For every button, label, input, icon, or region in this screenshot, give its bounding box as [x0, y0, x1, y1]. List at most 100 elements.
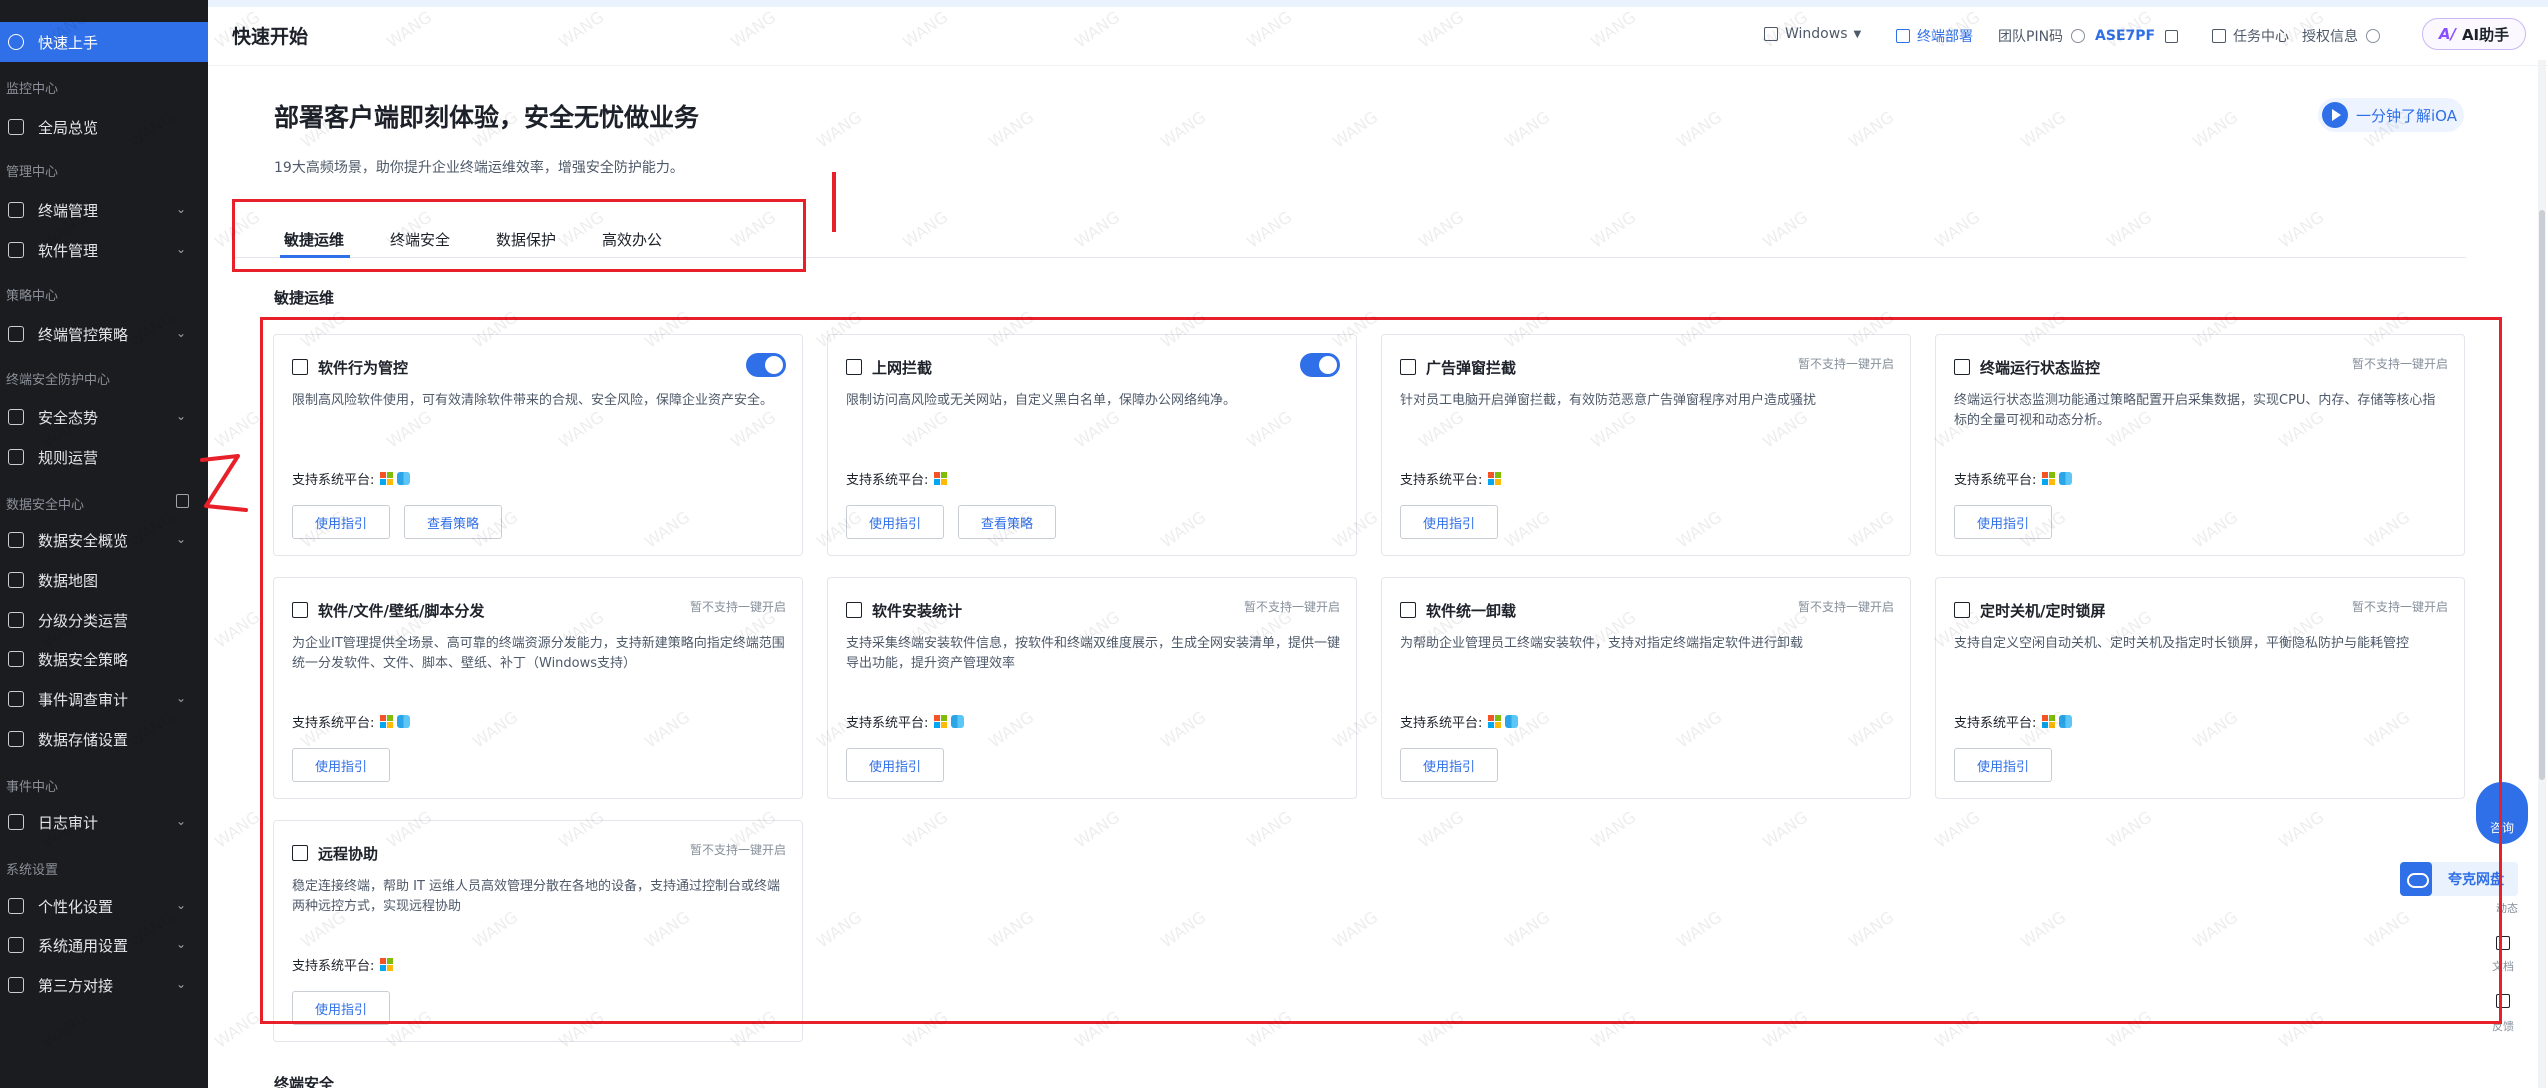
- database-icon: [8, 731, 24, 747]
- sidebar-group-manage: 管理中心: [6, 165, 59, 180]
- sidebar-item-data-storage[interactable]: 数据存储设置: [0, 719, 208, 759]
- watermark-text: WANG: [1329, 107, 1382, 152]
- ai-logo-icon: A/: [2438, 25, 2456, 43]
- chevron-down-icon: ⌄: [175, 937, 186, 951]
- link-icon: [8, 977, 24, 993]
- watermark-text: WANG: [2103, 207, 2156, 252]
- terminal-icon: [8, 202, 24, 218]
- sidebar-group-protection: 终端安全防护中心: [6, 373, 111, 388]
- os-select[interactable]: Windows ▼: [1764, 26, 1861, 42]
- watermark-text: WANG: [1845, 107, 1898, 152]
- hero-title: 部署客户端即刻体验，安全无忧做业务: [274, 103, 700, 132]
- shield-icon: [8, 409, 24, 425]
- sidebar-item-security-posture[interactable]: 安全态势 ⌄: [0, 397, 208, 437]
- sidebar-item-rule-ops[interactable]: 规则运营: [0, 437, 208, 477]
- chevron-down-icon: ⌄: [175, 242, 186, 256]
- task-center-label: 任务中心: [2233, 29, 2289, 45]
- sidebar-item-terminal-manage[interactable]: 终端管理 ⌄: [0, 190, 208, 230]
- sidebar-item-log-audit[interactable]: 日志审计 ⌄: [0, 802, 208, 842]
- palette-icon: [8, 898, 24, 914]
- sidebar-item-label: 软件管理: [38, 241, 99, 260]
- chevron-down-icon: ⌄: [175, 691, 186, 705]
- license-info[interactable]: 授权信息: [2302, 26, 2380, 46]
- sidebar-item-incident-audit[interactable]: 事件调查审计 ⌄: [0, 679, 208, 719]
- sidebar-item-data-map[interactable]: 数据地图: [0, 560, 208, 600]
- search-icon: [8, 691, 24, 707]
- team-pin-value: ASE7PF: [2095, 28, 2156, 44]
- sidebar-group-policy: 策略中心: [6, 289, 59, 304]
- chevron-down-icon: ⌄: [175, 814, 186, 828]
- watermark-text: WANG: [1071, 207, 1124, 252]
- watermark-text: WANG: [1243, 207, 1296, 252]
- watermark-text: WANG: [1673, 107, 1726, 152]
- terminal-deploy-label: 终端部署: [1917, 29, 1973, 45]
- sidebar-item-data-policy[interactable]: 数据安全策略: [0, 639, 208, 679]
- learn-ioa-label: 一分钟了解iOA: [2356, 106, 2457, 125]
- sidebar-item-label: 数据安全策略: [38, 650, 129, 669]
- watermark-text: WANG: [813, 107, 866, 152]
- learn-ioa-button[interactable]: 一分钟了解iOA: [2318, 98, 2464, 132]
- sidebar-item-label: 快速上手: [38, 33, 99, 52]
- sidebar-group-events: 事件中心: [6, 780, 59, 795]
- chevron-down-icon: ⌄: [175, 202, 186, 216]
- section-title: 敏捷运维: [274, 289, 335, 307]
- scrollbar-thumb[interactable]: [2539, 210, 2545, 780]
- document-icon: [8, 651, 24, 667]
- watermark-text: WANG: [1157, 107, 1210, 152]
- caret-down-icon: ▼: [1853, 28, 1862, 40]
- sidebar-group-data-security: 数据安全中心: [6, 498, 85, 513]
- ai-assistant-button[interactable]: A/AI助手: [2422, 18, 2526, 50]
- annotation-mark-1: [832, 172, 836, 232]
- watermark-text: WANG: [211, 1007, 264, 1052]
- settings-icon: [8, 937, 24, 953]
- app-icon: [8, 242, 24, 258]
- rocket-icon: [8, 34, 24, 50]
- sidebar-item-quick-start[interactable]: 快速上手: [0, 22, 208, 62]
- sidebar-item-label: 事件调查审计: [38, 690, 129, 709]
- info-icon[interactable]: [2071, 29, 2086, 43]
- terminal-deploy-link[interactable]: 终端部署: [1896, 26, 1973, 46]
- watermark-text: WANG: [2189, 107, 2242, 152]
- hierarchy-icon: [8, 612, 24, 628]
- sidebar-item-label: 数据存储设置: [38, 730, 129, 749]
- license-label: 授权信息: [2302, 29, 2358, 45]
- sidebar-item-label: 全局总览: [38, 118, 99, 137]
- sidebar-item-classification[interactable]: 分级分类运营: [0, 600, 208, 640]
- map-icon: [8, 572, 24, 588]
- play-icon: [2322, 102, 2348, 128]
- sidebar-item-data-overview[interactable]: 数据安全概览 ⌄: [0, 520, 208, 560]
- sidebar-item-label: 终端管控策略: [38, 325, 129, 344]
- sidebar-group-monitor: 监控中心: [6, 82, 59, 97]
- top-bar: [208, 0, 2548, 66]
- sidebar-item-label: 系统通用设置: [38, 936, 129, 955]
- page-title: 快速开始: [232, 26, 309, 48]
- watermark-text: WANG: [1415, 207, 1468, 252]
- deploy-icon: [1896, 29, 1910, 43]
- task-center-link[interactable]: 任务中心: [2212, 26, 2289, 46]
- chevron-down-icon: ⌄: [175, 532, 186, 546]
- chevron-down-icon: ⌄: [175, 326, 186, 340]
- copy-icon[interactable]: [2165, 29, 2179, 43]
- watermark-text: WANG: [2275, 207, 2328, 252]
- sidebar: 快速上手 监控中心 全局总览 管理中心 终端管理 ⌄ 软件管理 ⌄ 策略中心 终端管…: [0, 0, 208, 1088]
- annotation-mark-2: [200, 454, 248, 512]
- ai-assistant-label: AI助手: [2461, 25, 2510, 44]
- scrollbar[interactable]: [2538, 60, 2546, 1088]
- log-icon: [8, 814, 24, 830]
- shield-check-icon: [8, 449, 24, 465]
- task-icon: [2212, 29, 2226, 43]
- watermark-text: WANG: [211, 807, 264, 852]
- watermark-text: WANG: [1759, 207, 1812, 252]
- sidebar-item-personalize[interactable]: 个性化设置 ⌄: [0, 886, 208, 926]
- chevron-down-icon: ⌄: [175, 977, 186, 991]
- sidebar-item-general-settings[interactable]: 系统通用设置 ⌄: [0, 925, 208, 965]
- sidebar-group-settings: 系统设置: [6, 863, 59, 878]
- annotation-box-cards: [260, 317, 2502, 1024]
- os-select-value: Windows: [1785, 26, 1848, 42]
- watermark-text: WANG: [899, 207, 952, 252]
- sidebar-item-label: 个性化设置: [38, 897, 114, 916]
- sidebar-item-overview[interactable]: 全局总览: [0, 107, 208, 147]
- sidebar-item-third-party[interactable]: 第三方对接 ⌄: [0, 965, 208, 1005]
- sidebar-item-software-manage[interactable]: 软件管理 ⌄: [0, 230, 208, 270]
- sidebar-item-terminal-policy[interactable]: 终端管控策略 ⌄: [0, 314, 208, 354]
